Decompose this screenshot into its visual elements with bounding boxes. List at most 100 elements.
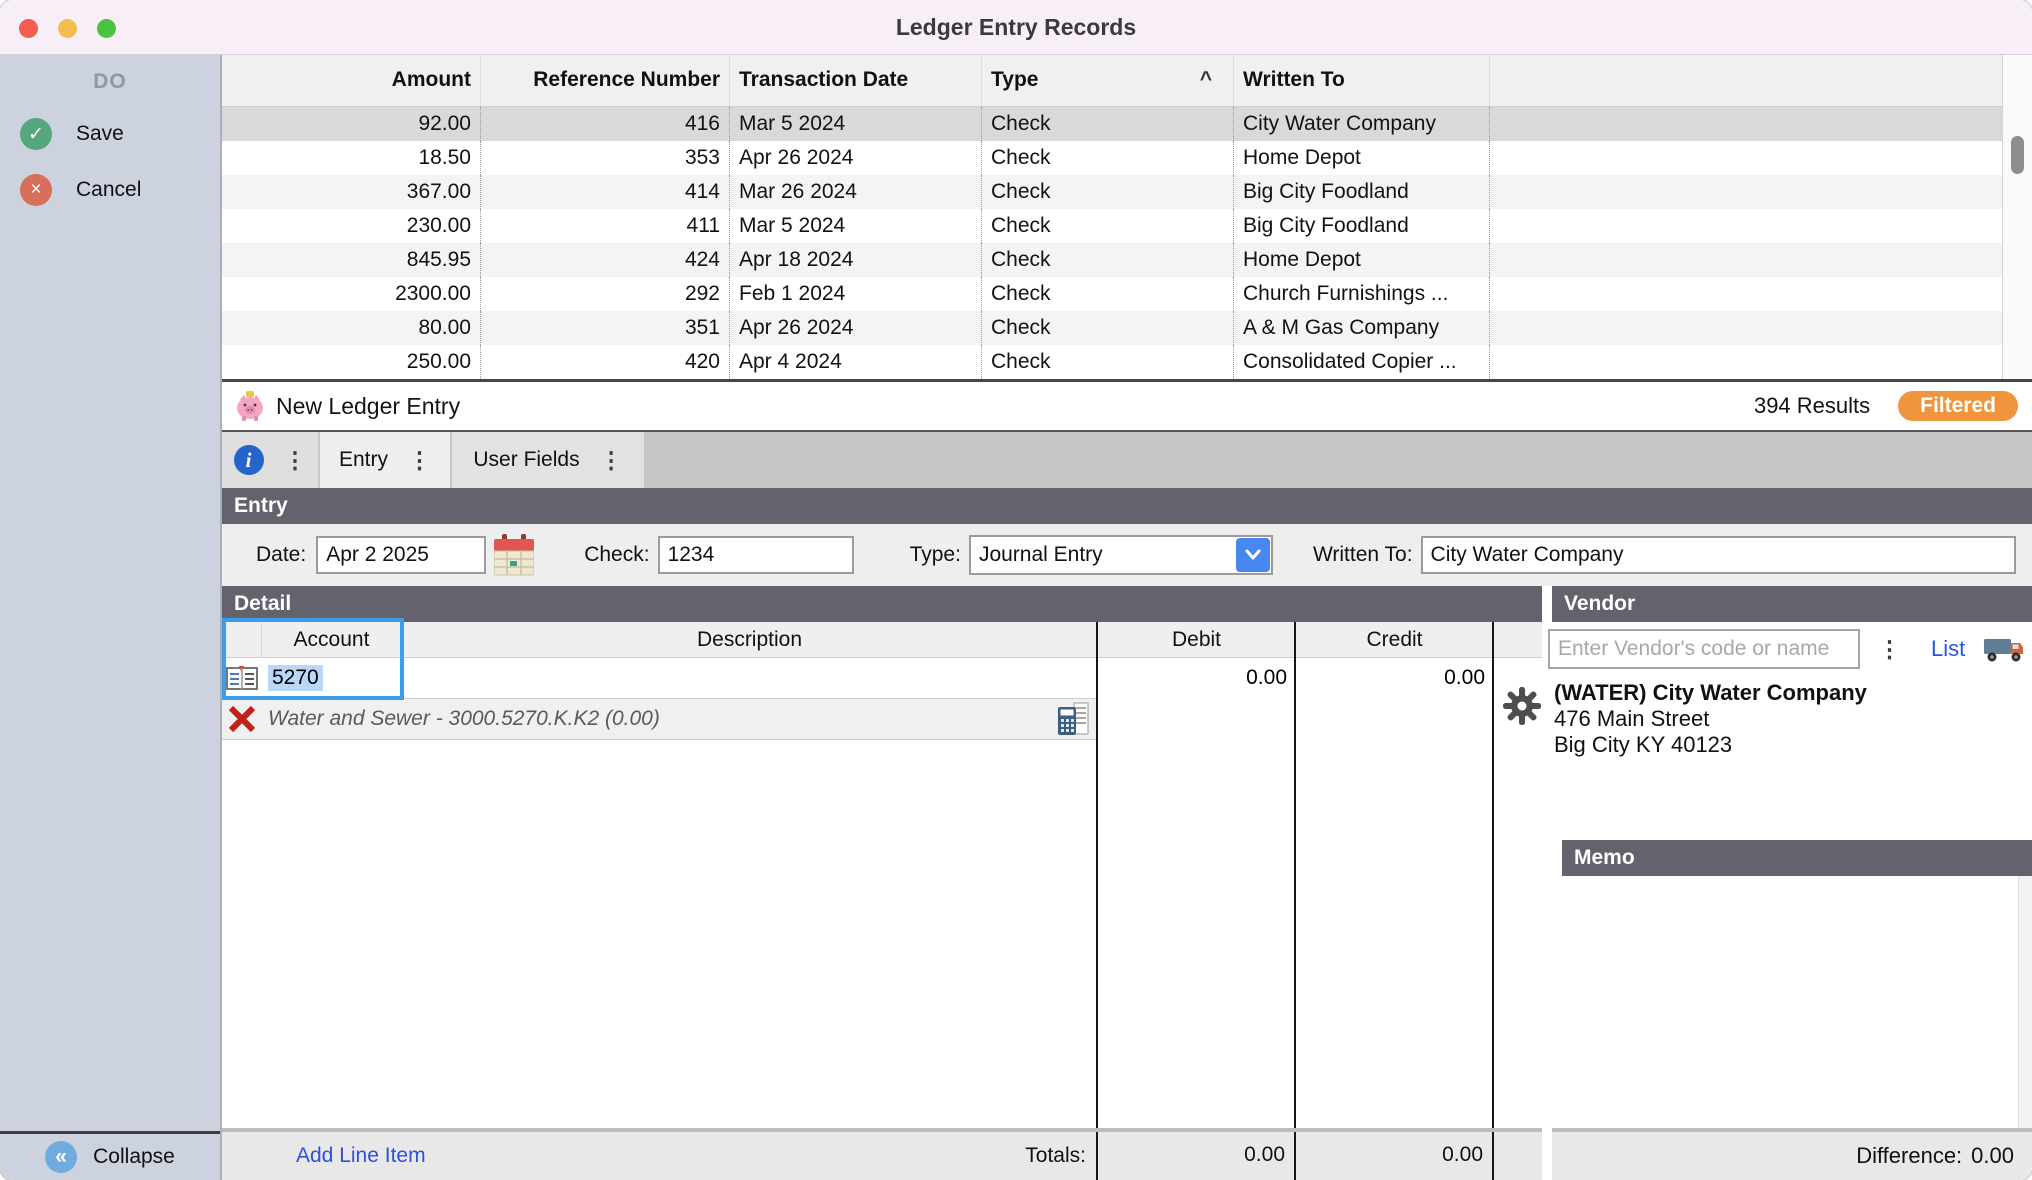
totals-debit: 0.00 [1098, 1132, 1296, 1180]
column-header-amount[interactable]: Amount [222, 55, 481, 106]
cell-amount: 92.00 [222, 107, 481, 141]
account-suggestion-row[interactable]: Water and Sewer - 3000.5270.K.K2 (0.00) [222, 698, 1098, 740]
sidebar-heading: DO [0, 70, 220, 94]
table-row[interactable]: 845.95 424 Apr 18 2024 Check Home Depot [222, 243, 2002, 277]
save-button[interactable]: ✓ Save [20, 118, 220, 150]
cell-type: Check [982, 277, 1234, 311]
check-label: Check: [584, 543, 649, 567]
table-row[interactable]: 80.00 351 Apr 26 2024 Check A & M Gas Co… [222, 311, 2002, 345]
results-count: 394 Results [1754, 393, 1870, 419]
account-lookup-button[interactable] [222, 658, 262, 698]
collapse-button[interactable]: « Collapse [0, 1131, 220, 1180]
zoom-window-button[interactable] [97, 19, 116, 38]
memo-scrollbar[interactable] [2018, 876, 2032, 1128]
cancel-button[interactable]: × Cancel [20, 174, 220, 206]
memo-textarea[interactable] [1552, 876, 2032, 1128]
cell-written-to: Big City Foodland [1234, 175, 1490, 209]
cell-reference: 424 [481, 243, 730, 277]
table-row[interactable]: 250.00 420 Apr 4 2024 Check Consolidated… [222, 345, 2002, 379]
column-header-date[interactable]: Transaction Date [730, 55, 982, 106]
tab-menu-icon[interactable]: ⋮ [600, 449, 623, 472]
credit-cell[interactable]: 0.00 [1296, 658, 1494, 698]
window-title: Ledger Entry Records [0, 0, 2032, 54]
detail-header-row: Account Description Debit Credit [222, 622, 1542, 658]
calculator-icon[interactable] [1056, 701, 1090, 737]
entry-fields-row: Date: Check: Type: Journal Entry Written… [222, 524, 2032, 586]
gear-icon[interactable] [1502, 686, 1542, 726]
debit-cell[interactable]: 0.00 [1098, 658, 1296, 698]
difference-footer: Difference: 0.00 [1552, 1128, 2032, 1180]
save-check-icon: ✓ [20, 118, 52, 150]
cancel-label: Cancel [76, 178, 141, 202]
table-row[interactable]: 2300.00 292 Feb 1 2024 Check Church Furn… [222, 277, 2002, 311]
window-controls [19, 19, 116, 38]
table-row[interactable]: 92.00 416 Mar 5 2024 Check City Water Co… [222, 107, 2002, 141]
column-header-written-to[interactable]: Written To [1234, 55, 1490, 106]
cell-amount: 845.95 [222, 243, 481, 277]
totals-credit: 0.00 [1296, 1132, 1494, 1180]
collapse-chevrons-icon: « [45, 1141, 77, 1173]
type-label: Type: [910, 543, 961, 567]
column-header-empty [1490, 55, 2002, 106]
records-header-row: Amount Reference Number Transaction Date… [222, 55, 2002, 107]
cell-type: Check [982, 311, 1234, 345]
truck-icon[interactable] [1982, 634, 2026, 664]
records-scrollbar[interactable] [2002, 55, 2032, 379]
check-number-input[interactable] [658, 536, 854, 574]
tab-entry[interactable]: Entry ⋮ [320, 432, 450, 488]
cell-written-to: Consolidated Copier ... [1234, 345, 1490, 379]
cell-date: Mar 5 2024 [730, 107, 982, 141]
title-bar: Ledger Entry Records [0, 0, 2032, 55]
cell-written-to: City Water Company [1234, 107, 1490, 141]
cell-type: Check [982, 141, 1234, 175]
table-row[interactable]: 230.00 411 Mar 5 2024 Check Big City Foo… [222, 209, 2002, 243]
cell-amount: 80.00 [222, 311, 481, 345]
description-cell[interactable] [402, 658, 1098, 698]
collapse-label: Collapse [93, 1145, 175, 1169]
entry-title: New Ledger Entry [276, 393, 460, 420]
cell-amount: 18.50 [222, 141, 481, 175]
tab-menu-icon[interactable]: ⋮ [284, 449, 307, 472]
tab-menu-icon[interactable]: ⋮ [408, 449, 431, 472]
vendor-panel: Vendor ⋮ List (WATER) City Water Company… [1542, 586, 2032, 1180]
column-header-reference[interactable]: Reference Number [481, 55, 730, 106]
sidebar: DO ✓ Save × Cancel « Collapse [0, 55, 222, 1180]
cell-date: Apr 4 2024 [730, 345, 982, 379]
chevron-down-icon [1236, 538, 1270, 572]
detail-column-account: Account [262, 622, 402, 657]
cell-written-to: Home Depot [1234, 141, 1490, 175]
written-to-input[interactable] [1421, 536, 2016, 574]
type-dropdown[interactable]: Journal Entry [969, 535, 1273, 575]
cell-amount: 230.00 [222, 209, 481, 243]
vendor-address-line1: 476 Main Street [1554, 706, 2032, 732]
table-row[interactable]: 367.00 414 Mar 26 2024 Check Big City Fo… [222, 175, 2002, 209]
vendor-list-link[interactable]: List [1931, 636, 1965, 662]
scrollbar-thumb[interactable] [2011, 136, 2024, 174]
cell-date: Mar 5 2024 [730, 209, 982, 243]
column-header-type[interactable]: Type ^ [982, 55, 1234, 106]
account-cell[interactable]: 5270 [262, 658, 402, 698]
vendor-search-row: ⋮ List [1548, 628, 2032, 670]
delete-line-button[interactable] [222, 704, 262, 734]
cell-reference: 414 [481, 175, 730, 209]
tab-user-fields[interactable]: User Fields ⋮ [452, 432, 644, 488]
entry-title-bar: New Ledger Entry 394 Results Filtered [222, 379, 2032, 432]
filtered-badge[interactable]: Filtered [1898, 391, 2018, 421]
minimize-window-button[interactable] [58, 19, 77, 38]
records-table: Amount Reference Number Transaction Date… [222, 55, 2032, 379]
vendor-menu-icon[interactable]: ⋮ [1878, 638, 1901, 661]
cell-date: Apr 26 2024 [730, 141, 982, 175]
difference-value: 0.00 [1971, 1143, 2014, 1169]
close-window-button[interactable] [19, 19, 38, 38]
date-label: Date: [256, 543, 306, 567]
calendar-icon[interactable] [494, 534, 534, 576]
date-input[interactable] [316, 536, 486, 574]
cell-date: Feb 1 2024 [730, 277, 982, 311]
table-row[interactable]: 18.50 353 Apr 26 2024 Check Home Depot [222, 141, 2002, 175]
cell-reference: 411 [481, 209, 730, 243]
tab-entry-label: Entry [339, 448, 388, 472]
add-line-item-link[interactable]: Add Line Item [296, 1144, 426, 1168]
red-x-icon [227, 704, 257, 734]
tab-info[interactable]: i ⋮ [222, 432, 318, 488]
vendor-search-input[interactable] [1548, 629, 1860, 669]
